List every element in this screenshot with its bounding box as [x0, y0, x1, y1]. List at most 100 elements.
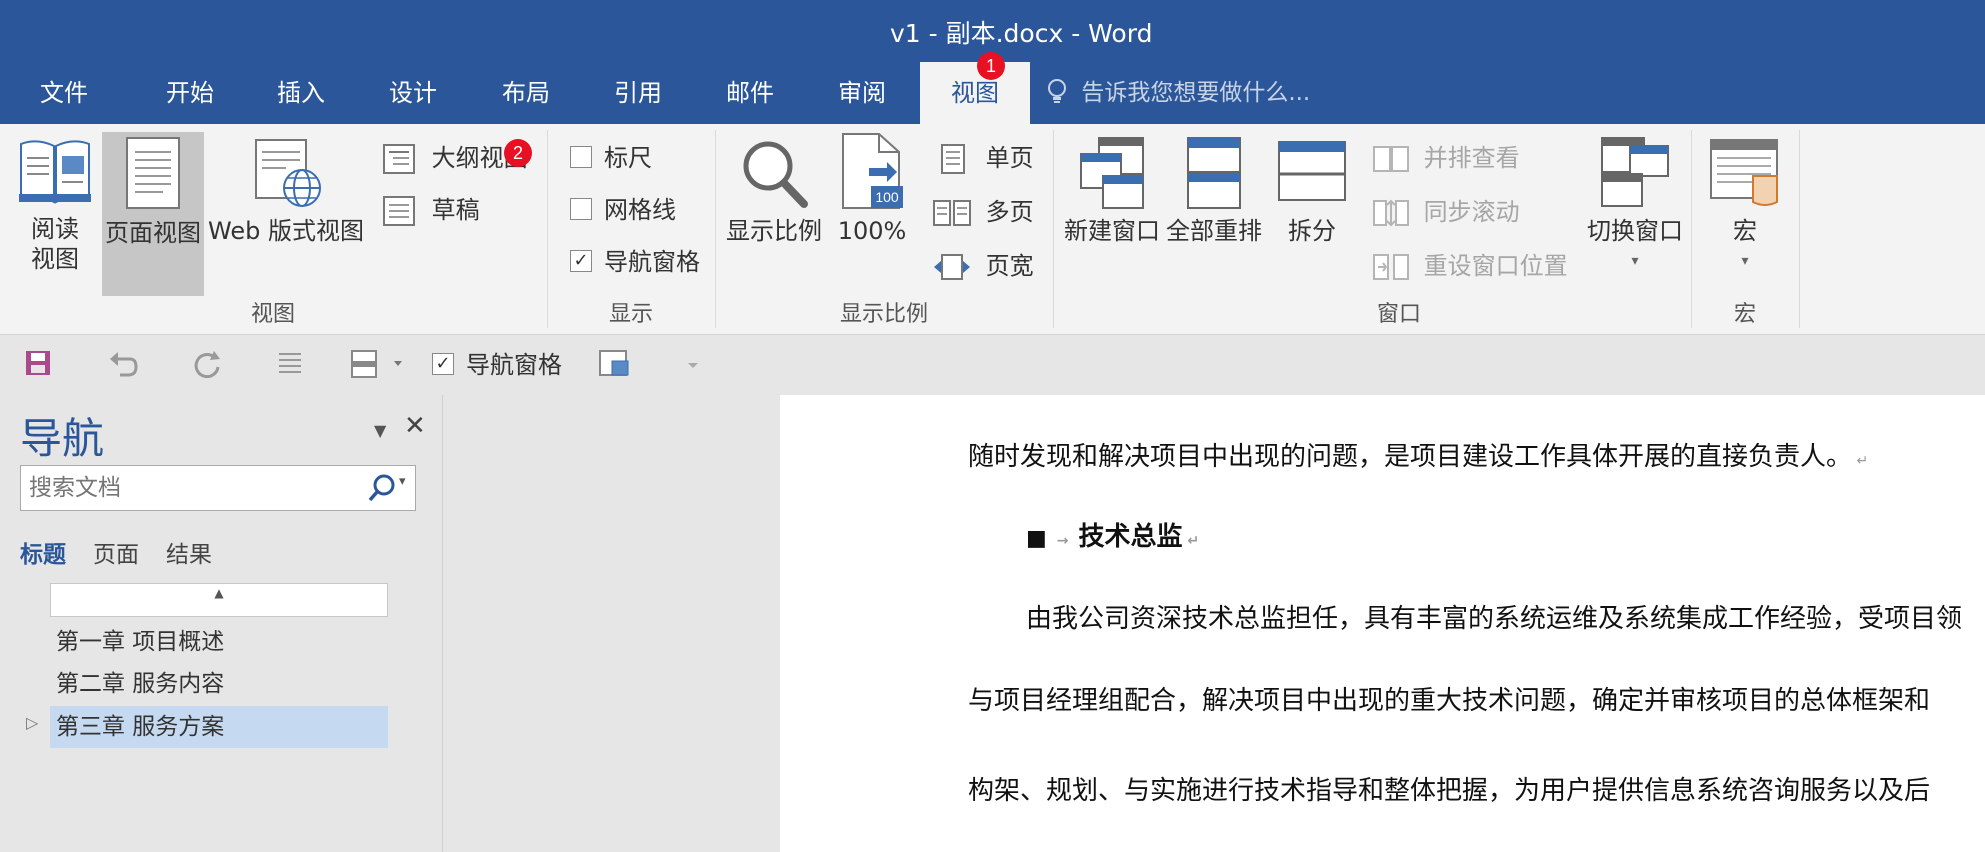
- ruler-checkbox[interactable]: 标尺: [570, 138, 652, 178]
- page-100-icon: 100: [839, 132, 905, 210]
- ruler-check-box: [570, 146, 592, 168]
- one-page-label: 单页: [985, 144, 1034, 172]
- arrange-all-button[interactable]: 全部重排: [1164, 136, 1264, 246]
- print-layout-label: 页面视图: [105, 219, 201, 247]
- one-page-icon: [936, 144, 986, 174]
- hundred-icon-text: 100: [875, 189, 899, 205]
- nav-tab-results[interactable]: 结果: [166, 535, 212, 569]
- print-layout-icon: [123, 137, 183, 218]
- search-icon[interactable]: [367, 473, 397, 507]
- macros-button[interactable]: 宏 ▾: [1700, 136, 1790, 276]
- chevron-down-icon: ▾: [1631, 253, 1639, 269]
- side-by-side-icon: [1372, 144, 1424, 172]
- macros-icon: [1707, 139, 1783, 216]
- save-icon[interactable]: [24, 349, 52, 381]
- gridlines-label: 网格线: [604, 196, 676, 224]
- document-page[interactable]: 随时发现和解决项目中出现的问题，是项目建设工作具体开展的直接负责人。 ↵ ■ → 技…: [780, 395, 1985, 852]
- doc-heading: ■ → 技术总监 ↵: [1026, 516, 1199, 553]
- bullet-square-icon: ■: [1026, 526, 1047, 551]
- customize-qat-icon[interactable]: [686, 355, 700, 387]
- nav-pane-label: 导航窗格: [604, 248, 700, 276]
- sync-scroll-label: 同步滚动: [1423, 198, 1520, 226]
- step-badge-2: 2: [504, 139, 532, 167]
- tab-references[interactable]: 引用: [614, 62, 662, 124]
- page-width-label: 页宽: [985, 252, 1034, 280]
- window-title: v1 - 副本.docx - Word: [890, 19, 1153, 48]
- scroll-up-button[interactable]: ▲: [50, 583, 388, 617]
- tab-insert[interactable]: 插入: [277, 62, 325, 124]
- tab-mailings[interactable]: 邮件: [726, 62, 774, 124]
- reset-position-label: 重设窗口位置: [1423, 252, 1568, 280]
- arrange-all-label: 全部重排: [1166, 217, 1262, 245]
- tab-view-label: 视图: [951, 79, 999, 107]
- nav-heading-3[interactable]: 第三章 服务方案: [50, 706, 388, 748]
- window-layout-icon[interactable]: [598, 349, 630, 381]
- qat-nav-pane-check-box: ✓: [432, 353, 454, 375]
- lightbulb-icon: [1046, 78, 1081, 106]
- hundred-label: 100%: [837, 217, 907, 245]
- multiple-pages-label: 多页: [985, 198, 1034, 226]
- draft-button[interactable]: 草稿: [382, 190, 480, 230]
- web-layout-button[interactable]: Web 版式视图: [206, 136, 366, 246]
- close-icon[interactable]: ✕: [404, 411, 426, 441]
- zoom-group-label: 显示比例: [839, 302, 928, 327]
- tab-home[interactable]: 开始: [166, 62, 214, 124]
- tab-file[interactable]: 文件: [40, 62, 88, 124]
- read-mode-label-2: 视图: [31, 245, 79, 273]
- new-window-button[interactable]: 新建窗口: [1060, 136, 1164, 246]
- undo-icon[interactable]: [108, 349, 138, 381]
- print-layout-qat-icon[interactable]: [350, 349, 404, 381]
- page-width-button[interactable]: 页宽: [932, 246, 1034, 286]
- views-group-label: 视图: [250, 302, 295, 327]
- nav-options-icon[interactable]: ▼: [374, 421, 386, 440]
- tab-review[interactable]: 审阅: [838, 62, 886, 124]
- nav-tab-headings[interactable]: 标题: [20, 535, 66, 569]
- nav-heading-1[interactable]: 第一章 项目概述: [50, 621, 388, 663]
- tab-design[interactable]: 设计: [389, 62, 437, 124]
- print-layout-button[interactable]: 页面视图: [102, 132, 204, 296]
- align-text-icon[interactable]: [276, 349, 304, 381]
- doc-paragraph-line: 构架、规划、与实施进行技术指导和整体把握，为用户提供信息系统咨询服务以及后: [968, 776, 1931, 806]
- tab-arrow-icon: →: [1056, 533, 1069, 549]
- tell-me-box[interactable]: 告诉我您想要做什么...: [1046, 62, 1310, 124]
- paragraph-mark-icon: ↵: [1182, 533, 1200, 549]
- reset-window-position-button[interactable]: 重设窗口位置: [1372, 246, 1568, 286]
- tab-layout[interactable]: 布局: [502, 62, 550, 124]
- expand-triangle-icon[interactable]: ▷: [26, 713, 38, 732]
- tab-view[interactable]: 视图: [920, 62, 1030, 124]
- quick-access-toolbar: ✓ 导航窗格: [0, 335, 1985, 395]
- view-side-by-side-button[interactable]: 并排查看: [1372, 138, 1520, 178]
- gridlines-check-box: [570, 198, 592, 220]
- switch-windows-label: 切换窗口: [1587, 217, 1683, 245]
- magnifier-icon: [738, 141, 810, 216]
- nav-pane-check-box: ✓: [570, 250, 592, 272]
- nav-title: 导航: [20, 414, 105, 463]
- nav-pane-checkbox[interactable]: ✓ 导航窗格: [570, 242, 700, 282]
- new-window-icon: [1077, 137, 1147, 216]
- split-button[interactable]: 拆分: [1272, 136, 1352, 246]
- search-options-icon[interactable]: ▾: [399, 474, 406, 489]
- switch-windows-button[interactable]: 切换窗口 ▾: [1574, 136, 1696, 276]
- collapse-up-icon: ▲: [214, 586, 224, 600]
- draft-icon: [382, 196, 432, 226]
- doc-text: 随时发现和解决项目中出现的问题，是项目建设工作具体开展的直接负责人。: [968, 442, 1853, 472]
- multiple-pages-button[interactable]: 多页: [932, 192, 1034, 232]
- search-input[interactable]: [21, 466, 361, 510]
- zoom-label: 显示比例: [726, 217, 822, 245]
- gridlines-checkbox[interactable]: 网格线: [570, 190, 676, 230]
- one-page-button[interactable]: 单页: [936, 138, 1034, 178]
- nav-heading-2[interactable]: 第二章 服务内容: [50, 663, 388, 705]
- read-mode-button[interactable]: 阅读 视图: [12, 136, 98, 274]
- read-mode-icon: [17, 140, 93, 214]
- doc-paragraph-line: 随时发现和解决项目中出现的问题，是项目建设工作具体开展的直接负责人。 ↵: [968, 436, 1868, 473]
- qat-nav-pane-checkbox[interactable]: ✓ 导航窗格: [432, 345, 562, 385]
- step-badge-1: 1: [977, 52, 1005, 80]
- split-label: 拆分: [1288, 217, 1336, 245]
- tell-me-text: 告诉我您想要做什么...: [1081, 80, 1311, 106]
- synchronous-scrolling-button[interactable]: 同步滚动: [1372, 192, 1520, 232]
- show-group-label: 显示: [608, 302, 653, 327]
- redo-icon[interactable]: [192, 349, 222, 381]
- nav-tab-pages[interactable]: 页面: [93, 535, 139, 569]
- zoom-button[interactable]: 显示比例: [722, 136, 826, 246]
- hundred-percent-button[interactable]: 100 100%: [832, 132, 912, 246]
